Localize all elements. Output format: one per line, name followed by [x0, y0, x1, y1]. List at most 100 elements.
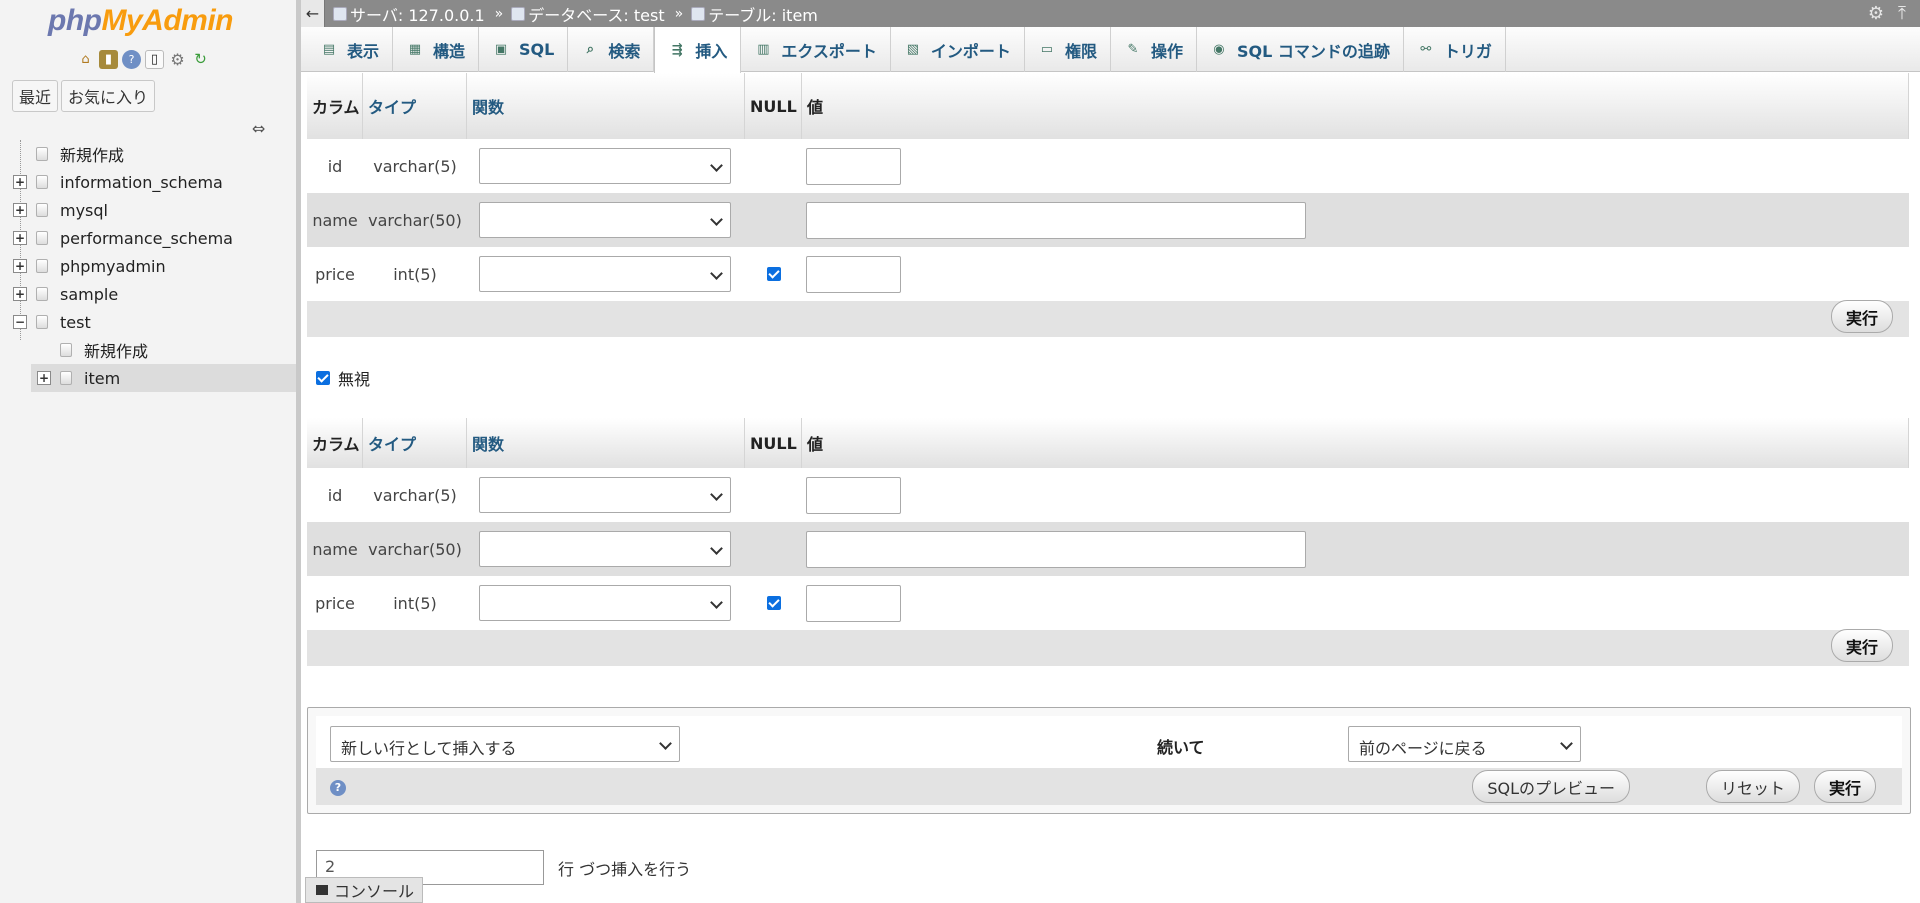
link-with-main-icon[interactable]: ⇔	[252, 119, 265, 138]
tab-browse[interactable]: ▤ 表示	[307, 27, 394, 72]
help-icon[interactable]: ?	[330, 780, 346, 796]
expand-icon[interactable]: +	[13, 259, 27, 273]
tab-sql[interactable]: ▣ SQL	[479, 27, 569, 72]
column-type: varchar(50)	[368, 539, 462, 559]
tree-item-performance-schema[interactable]: + performance_schema	[0, 224, 296, 252]
top-right-controls: ⚙ ⤒	[1868, 3, 1906, 24]
tab-search[interactable]: ⌕ 検索	[568, 27, 655, 72]
insert-mode-select[interactable]: 新しい行として挿入する	[330, 726, 680, 762]
database-tree: 新規作成 + information_schema + mysql + perf…	[0, 140, 296, 392]
function-select[interactable]	[479, 202, 731, 238]
header-column: カラム	[307, 418, 363, 468]
nav-tab-recent[interactable]: 最近	[12, 80, 59, 112]
go-button[interactable]: 実行	[1830, 300, 1893, 333]
value-input-id[interactable]	[806, 147, 901, 185]
home-icon[interactable]: ⌂	[76, 50, 95, 69]
gear-icon[interactable]: ⚙	[168, 50, 187, 69]
insert-table-header: カラム タイプ 関数 NULL 値	[307, 73, 1909, 139]
tree-item-label[interactable]: test	[60, 313, 91, 332]
tree-item-phpmyadmin[interactable]: + phpmyadmin	[0, 252, 296, 280]
expand-icon[interactable]: +	[13, 203, 27, 217]
table-row: name varchar(50)	[307, 522, 1909, 576]
expand-icon[interactable]: +	[13, 175, 27, 189]
tree-item-label[interactable]: mysql	[60, 201, 108, 220]
after-insert-select[interactable]: 前のページに戻る	[1348, 726, 1581, 762]
tab-tracking[interactable]: ◉ SQL コマンドの追跡	[1197, 27, 1404, 72]
function-select[interactable]	[479, 585, 731, 621]
breadcrumb-database[interactable]: データベース: test	[511, 2, 665, 26]
docs-icon[interactable]: ▯	[145, 50, 164, 69]
column-type: varchar(50)	[368, 210, 462, 230]
go-button[interactable]: 実行	[1830, 629, 1893, 662]
ignore-option[interactable]: 無視	[316, 366, 370, 390]
tab-triggers[interactable]: ⚯ トリガ	[1404, 27, 1506, 72]
tab-privileges[interactable]: ▭ 権限	[1025, 27, 1111, 72]
header-function[interactable]: 関数	[467, 418, 745, 468]
console-toggle[interactable]: コンソール	[305, 877, 423, 903]
tree-item-information-schema[interactable]: + information_schema	[0, 168, 296, 196]
tree-item-new-table[interactable]: 新規作成	[0, 336, 296, 364]
function-select[interactable]	[479, 148, 731, 184]
go-button[interactable]: 実行	[1813, 770, 1876, 803]
null-checkbox[interactable]	[766, 267, 781, 281]
tree-item-mysql[interactable]: + mysql	[0, 196, 296, 224]
expand-icon[interactable]: +	[37, 371, 51, 385]
tree-item-test[interactable]: − test	[0, 308, 296, 336]
phpmyadmin-logo[interactable]: phpMyAdmin	[48, 4, 233, 38]
column-type: int(5)	[393, 264, 437, 284]
tree-item-label[interactable]: 新規作成	[60, 142, 124, 166]
breadcrumb-server[interactable]: サーバ: 127.0.0.1	[333, 2, 485, 26]
import-icon: ▧	[906, 42, 920, 57]
function-select[interactable]	[479, 256, 731, 292]
tree-item-item[interactable]: + item	[31, 364, 296, 392]
null-checkbox[interactable]	[766, 596, 781, 610]
value-input-name[interactable]	[806, 530, 1306, 568]
sql-preview-button[interactable]: SQLのプレビュー	[1472, 770, 1630, 803]
search-icon: ⌕	[586, 42, 594, 57]
table-row: price int(5)	[307, 576, 1909, 630]
header-function[interactable]: 関数	[467, 73, 745, 139]
reload-icon[interactable]: ↻	[191, 50, 210, 69]
tab-export[interactable]: ▥ エクスポート	[741, 27, 891, 72]
function-select[interactable]	[479, 477, 731, 513]
tree-item-sample[interactable]: + sample	[0, 280, 296, 308]
reset-button[interactable]: リセット	[1705, 770, 1800, 803]
collapse-icon[interactable]: −	[13, 315, 27, 329]
tree-item-label[interactable]: performance_schema	[60, 229, 233, 248]
insert-form-footer: 実行	[307, 300, 1909, 337]
value-input-price[interactable]	[806, 255, 901, 293]
function-select[interactable]	[479, 531, 731, 567]
expand-icon[interactable]: +	[13, 231, 27, 245]
tab-structure[interactable]: ▦ 構造	[393, 27, 480, 72]
header-column: カラム	[307, 73, 363, 139]
tree-item-label[interactable]: information_schema	[60, 173, 223, 192]
tab-operations[interactable]: ✎ 操作	[1111, 27, 1197, 72]
value-input-name[interactable]	[806, 201, 1306, 239]
header-type[interactable]: タイプ	[363, 73, 467, 139]
tree-item-new[interactable]: 新規作成	[0, 140, 296, 168]
tree-item-label[interactable]: 新規作成	[84, 338, 148, 362]
tab-import[interactable]: ▧ インポート	[891, 27, 1025, 72]
collapse-all-icon[interactable]: ⤒	[1898, 3, 1906, 24]
expand-icon[interactable]: +	[13, 287, 27, 301]
logout-icon[interactable]: ▮	[99, 50, 118, 69]
ignore-checkbox[interactable]	[316, 371, 330, 385]
tree-item-label[interactable]: sample	[60, 285, 118, 304]
column-name: price	[315, 264, 355, 284]
database-icon	[36, 203, 48, 217]
tree-item-label[interactable]: phpmyadmin	[60, 257, 166, 276]
breadcrumb-table[interactable]: テーブル: item	[691, 2, 818, 26]
value-input-id[interactable]	[806, 476, 901, 514]
tab-insert[interactable]: ⇶ 挿入	[654, 27, 742, 73]
tree-item-label[interactable]: item	[84, 369, 120, 388]
new-table-icon	[60, 343, 72, 357]
column-name: id	[327, 485, 343, 505]
nav-tab-favorites[interactable]: お気に入り	[61, 80, 156, 112]
nav-icon-bar: ⌂ ▮ ? ▯ ⚙ ↻	[76, 50, 210, 69]
value-input-price[interactable]	[806, 584, 901, 622]
database-icon	[36, 259, 48, 273]
help-icon[interactable]: ?	[122, 50, 141, 69]
settings-gear-icon[interactable]: ⚙	[1868, 3, 1884, 24]
header-type[interactable]: タイプ	[363, 418, 467, 468]
collapse-nav-button[interactable]: ←	[301, 0, 325, 27]
